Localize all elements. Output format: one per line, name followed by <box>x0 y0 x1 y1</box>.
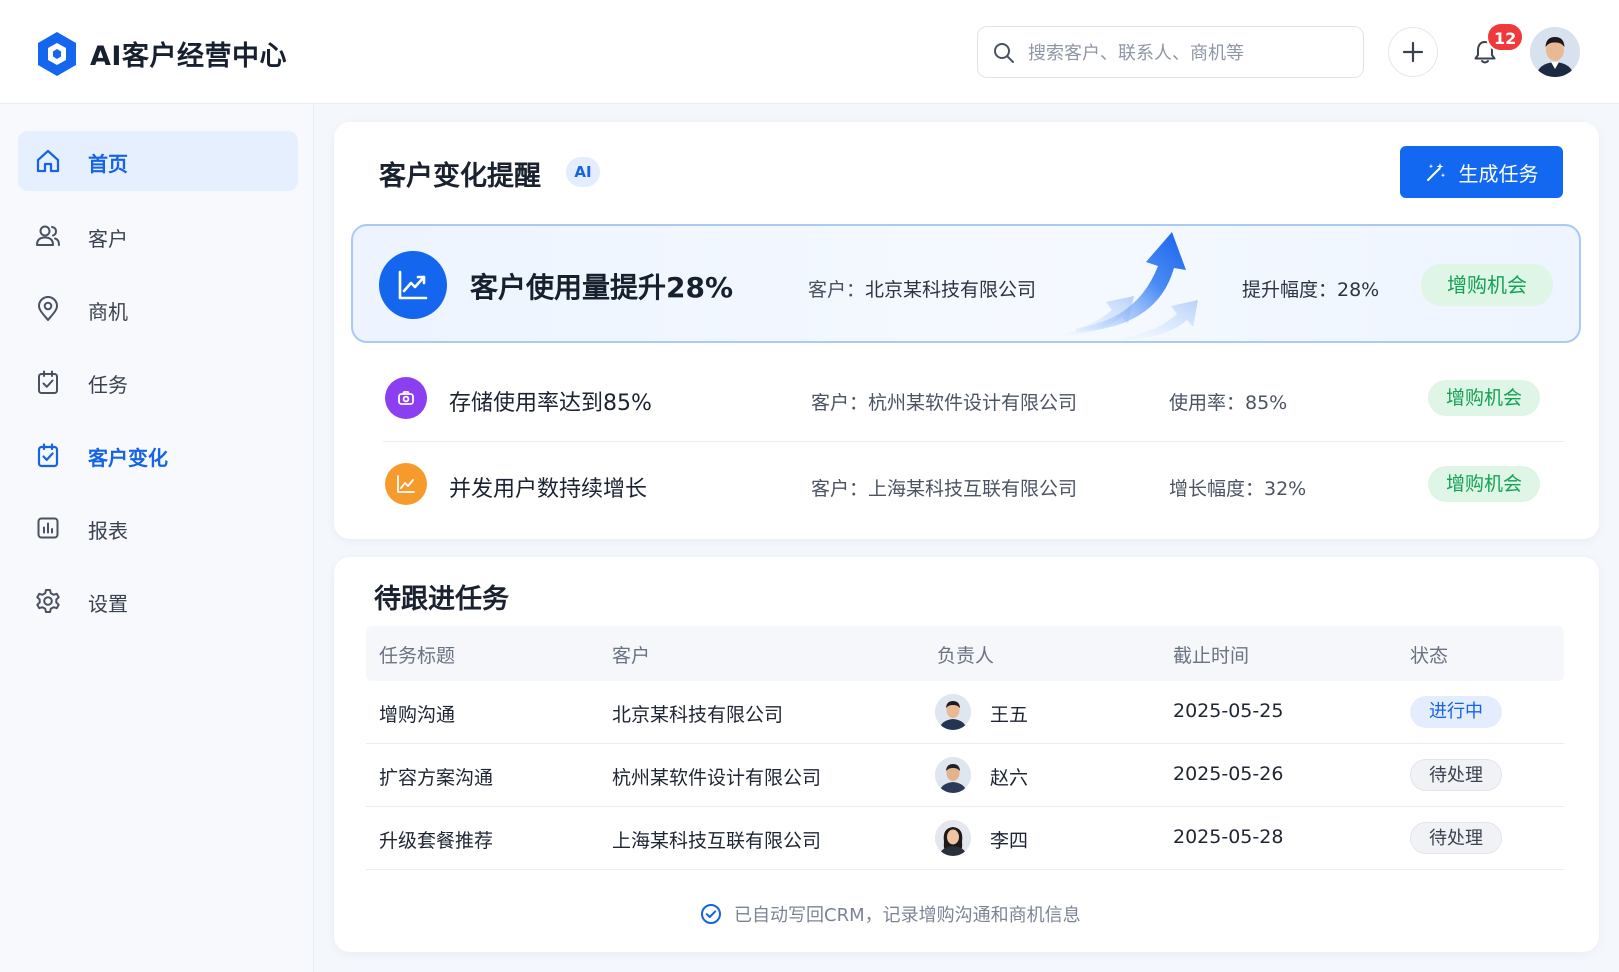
column-header-due: 截止时间 <box>1173 645 1250 667</box>
generate-task-label: 生成任务 <box>1458 161 1539 186</box>
users-icon <box>36 225 60 246</box>
growth-arrow-illustration <box>1062 232 1198 340</box>
search-icon <box>994 43 1014 63</box>
camera-icon <box>398 391 414 405</box>
column-header-owner: 负责人 <box>937 645 995 667</box>
ai-badge: AI <box>566 157 600 187</box>
user-avatar-image <box>1530 27 1580 77</box>
alert-customer: 客户：上海某科技互联有限公司 <box>811 478 1078 500</box>
owner-avatar <box>935 757 971 793</box>
magic-wand-icon <box>1426 163 1445 181</box>
column-header-status: 状态 <box>1410 645 1449 667</box>
bar-chart-icon <box>37 517 59 539</box>
calendar-check-icon <box>37 443 59 468</box>
home-icon <box>36 149 60 173</box>
divider <box>383 441 1564 442</box>
plus-icon <box>1402 41 1424 63</box>
task-due-cell: 2025-05-28 <box>1173 826 1284 848</box>
column-header-task: 任务标题 <box>379 645 456 667</box>
status-badge: 进行中 <box>1410 696 1502 728</box>
trend-up-icon <box>397 475 415 493</box>
task-customer-cell[interactable]: 北京某科技有限公司 <box>612 700 783 727</box>
alert-metric: 使用率：85% <box>1169 392 1288 414</box>
check-circle-icon <box>701 904 721 924</box>
location-pin-icon <box>38 296 58 321</box>
sidebar-item-settings[interactable]: 设置 <box>18 571 298 631</box>
customer-name: 北京某科技有限公司 <box>865 279 1037 301</box>
sidebar-item-reports[interactable]: 报表 <box>18 498 298 558</box>
task-customer-cell[interactable]: 杭州某软件设计有限公司 <box>612 763 821 790</box>
task-customer-cell[interactable]: 上海某科技互联有限公司 <box>612 826 821 853</box>
alert-customer: 客户：杭州某软件设计有限公司 <box>811 392 1078 414</box>
task-title-cell[interactable]: 升级套餐推荐 <box>379 826 493 853</box>
highlight-alert-title: 客户使用量提升28% <box>470 271 734 304</box>
top-header: AI客户经营中心 12 <box>0 0 1619 104</box>
sidebar-item-opportunities[interactable]: 商机 <box>18 279 298 339</box>
sidebar-item-customer-changes[interactable]: 客户变化 <box>18 425 298 485</box>
global-search[interactable] <box>977 26 1364 78</box>
task-due-cell: 2025-05-25 <box>1173 700 1284 722</box>
app-logo-icon <box>38 32 76 76</box>
search-input[interactable] <box>1028 39 1348 67</box>
task-due-cell: 2025-05-26 <box>1173 763 1284 785</box>
clipboard-check-icon <box>38 370 58 394</box>
trend-up-icon-badge <box>379 251 447 319</box>
status-badge: 待处理 <box>1410 822 1502 854</box>
pending-tasks-card <box>334 557 1599 952</box>
owner-avatar <box>935 694 971 730</box>
row-divider <box>366 869 1564 870</box>
sidebar-item-home[interactable]: 首页 <box>18 131 298 191</box>
customer-changes-title: 客户变化提醒 <box>379 161 541 192</box>
gear-icon <box>36 589 60 613</box>
column-header-customer: 客户 <box>612 645 651 667</box>
alert-title: 存储使用率达到85% <box>449 391 652 416</box>
user-avatar[interactable] <box>1530 27 1580 77</box>
sidebar-item-label: 任务 <box>88 373 128 397</box>
pending-tasks-title: 待跟进任务 <box>374 584 509 615</box>
alert-metric: 增长幅度：32% <box>1169 478 1307 500</box>
owner-avatar <box>935 820 971 856</box>
sidebar-item-label: 报表 <box>88 519 128 543</box>
sidebar-item-label: 商机 <box>88 300 128 324</box>
sidebar-item-customers[interactable]: 客户 <box>18 206 298 266</box>
notification-count-badge: 12 <box>1486 22 1525 52</box>
opportunity-tag: 增购机会 <box>1421 264 1553 306</box>
sidebar-item-label: 客户变化 <box>88 446 168 470</box>
app-title: AI客户经营中心 <box>90 41 287 72</box>
task-owner-cell: 李四 <box>990 830 1029 852</box>
customer-key-label: 客户： <box>808 279 866 301</box>
crm-sync-text: 已自动写回CRM，记录增购沟通和商机信息 <box>734 905 1081 926</box>
crm-sync-note: 已自动写回CRM，记录增购沟通和商机信息 <box>700 900 1081 928</box>
sidebar-item-label: 设置 <box>88 592 128 616</box>
opportunity-tag: 增购机会 <box>1428 466 1540 502</box>
concurrency-alert-icon-badge <box>385 463 427 505</box>
sidebar-item-tasks[interactable]: 任务 <box>18 352 298 412</box>
trend-up-icon <box>398 270 428 300</box>
highlight-alert-metric: 提升幅度：28% <box>1242 279 1380 301</box>
row-divider <box>366 743 1564 744</box>
task-owner-cell: 赵六 <box>990 767 1029 789</box>
highlight-alert-customer: 客户：北京某科技有限公司 <box>808 275 1036 302</box>
status-badge: 待处理 <box>1410 759 1502 791</box>
row-divider <box>366 806 1564 807</box>
generate-task-button[interactable]: 生成任务 <box>1400 146 1563 198</box>
add-button[interactable] <box>1388 27 1438 77</box>
sidebar-item-label: 客户 <box>88 227 128 251</box>
sidebar-item-label: 首页 <box>88 152 128 176</box>
storage-alert-icon-badge <box>385 377 427 419</box>
alert-title: 并发用户数持续增长 <box>449 477 648 502</box>
opportunity-tag: 增购机会 <box>1428 380 1540 416</box>
task-owner-cell: 王五 <box>990 704 1029 726</box>
task-title-cell[interactable]: 扩容方案沟通 <box>379 763 493 790</box>
task-title-cell[interactable]: 增购沟通 <box>379 700 455 727</box>
